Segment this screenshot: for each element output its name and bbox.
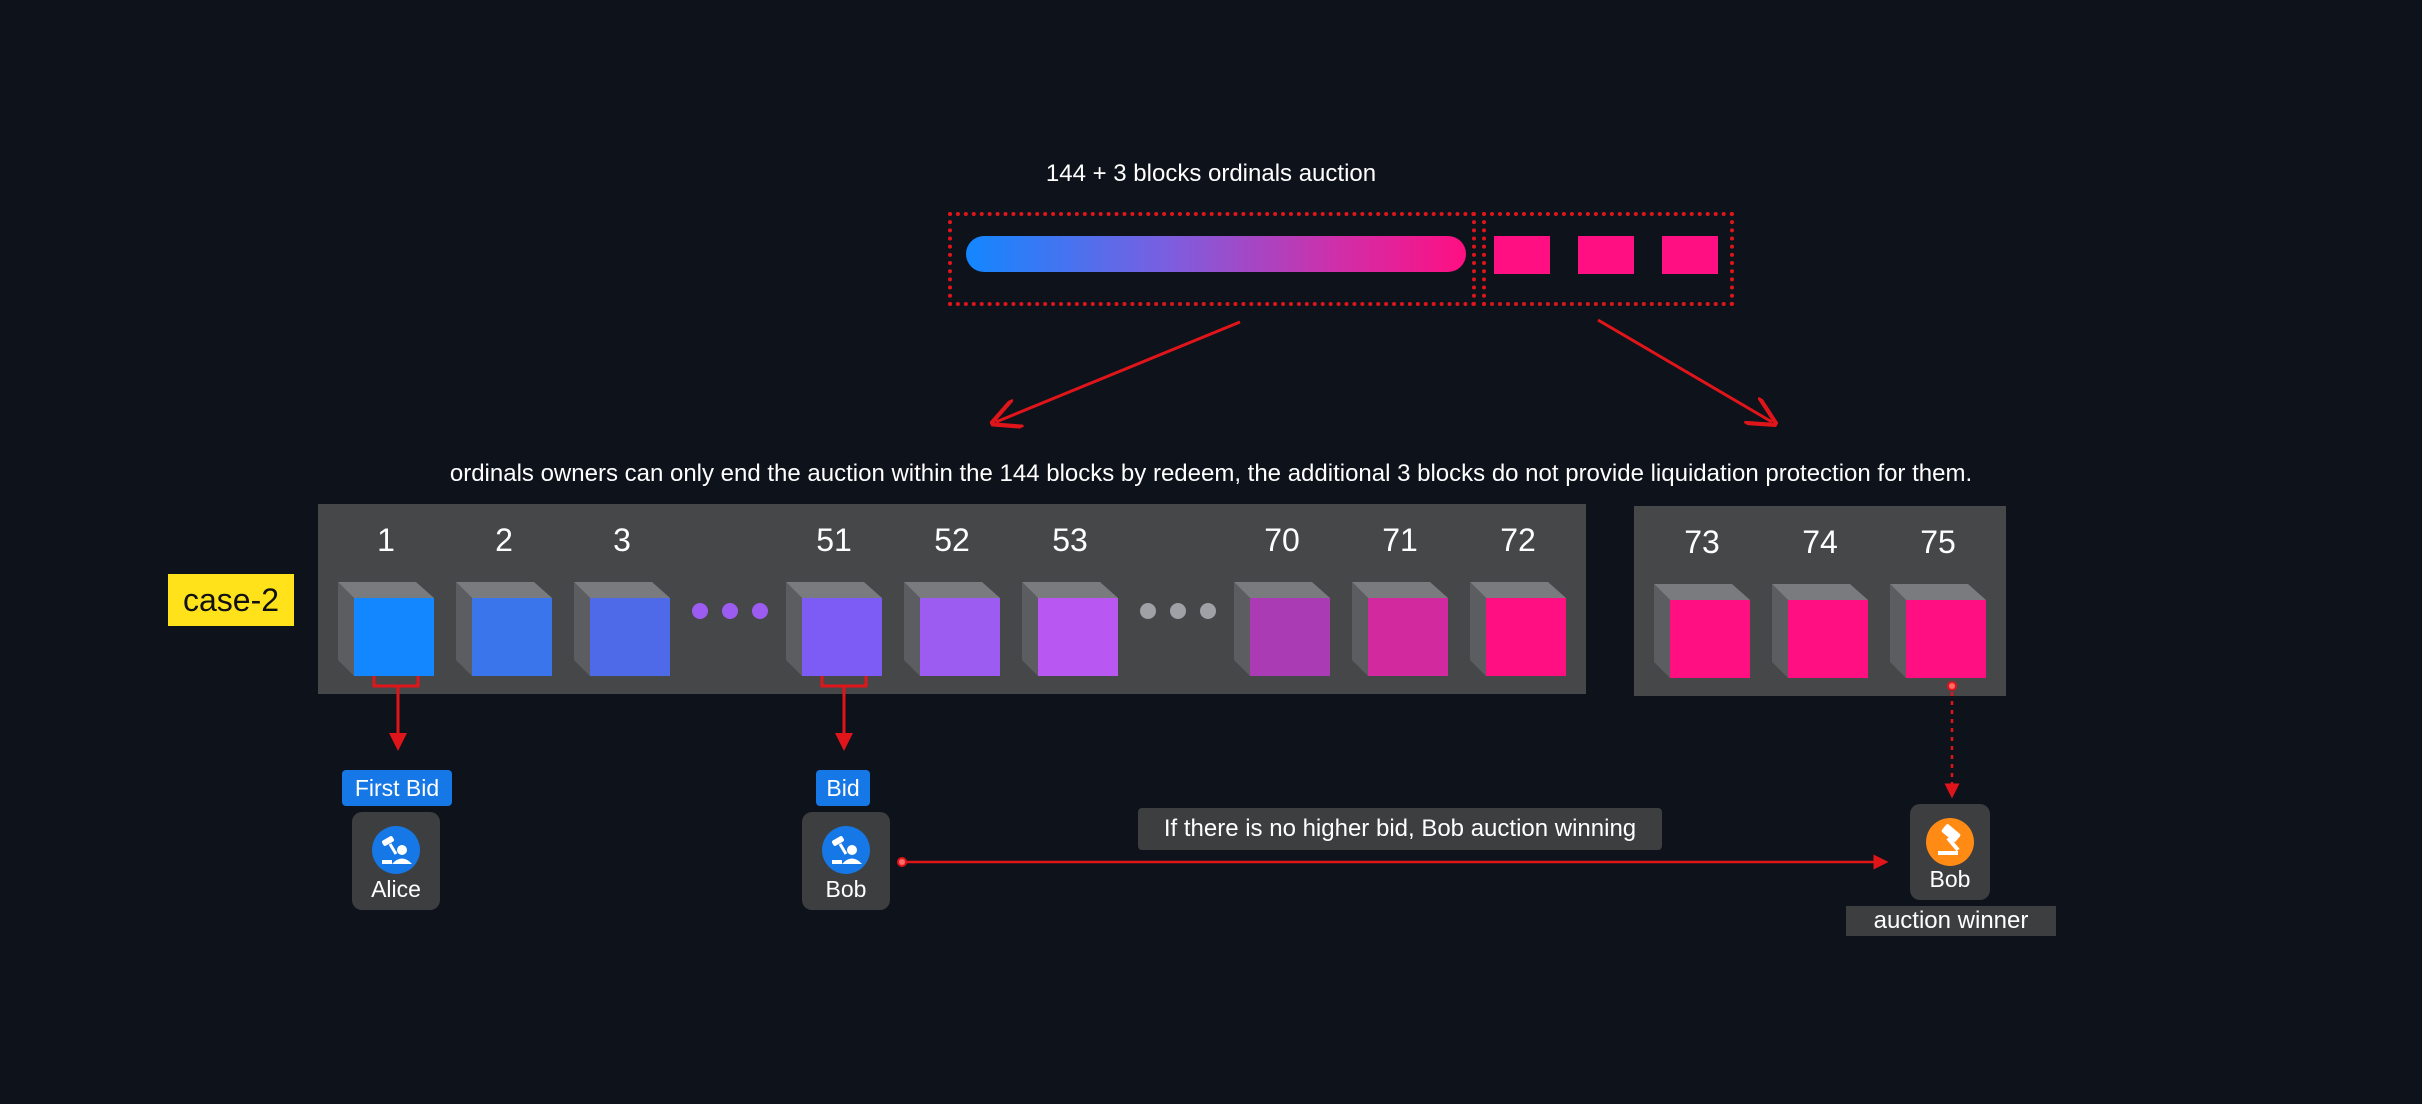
bracket-bid	[820, 676, 868, 688]
first-bid-label: First Bid	[342, 770, 452, 806]
person-auction-icon	[372, 826, 420, 874]
winner-name: Bob	[1929, 866, 1971, 892]
arrow-to-extra	[1597, 318, 1772, 422]
auction-winner-label: auction winner	[1846, 906, 2056, 936]
bidder-name: Bob	[825, 876, 867, 902]
winner-card: Bob	[1910, 804, 1990, 900]
gavel-icon	[1926, 818, 1974, 866]
bid-label: Bid	[816, 770, 870, 806]
connector-arrows	[372, 318, 1960, 870]
bidder-card-bob: Bob	[802, 812, 890, 910]
bidder-card-alice: Alice	[352, 812, 440, 910]
bidder-name: Alice	[371, 876, 421, 902]
person-auction-icon	[822, 826, 870, 874]
bracket-first-bid	[372, 676, 420, 688]
arrow-to-main	[996, 320, 1241, 422]
outcome-message: If there is no higher bid, Bob auction w…	[1138, 808, 1662, 850]
